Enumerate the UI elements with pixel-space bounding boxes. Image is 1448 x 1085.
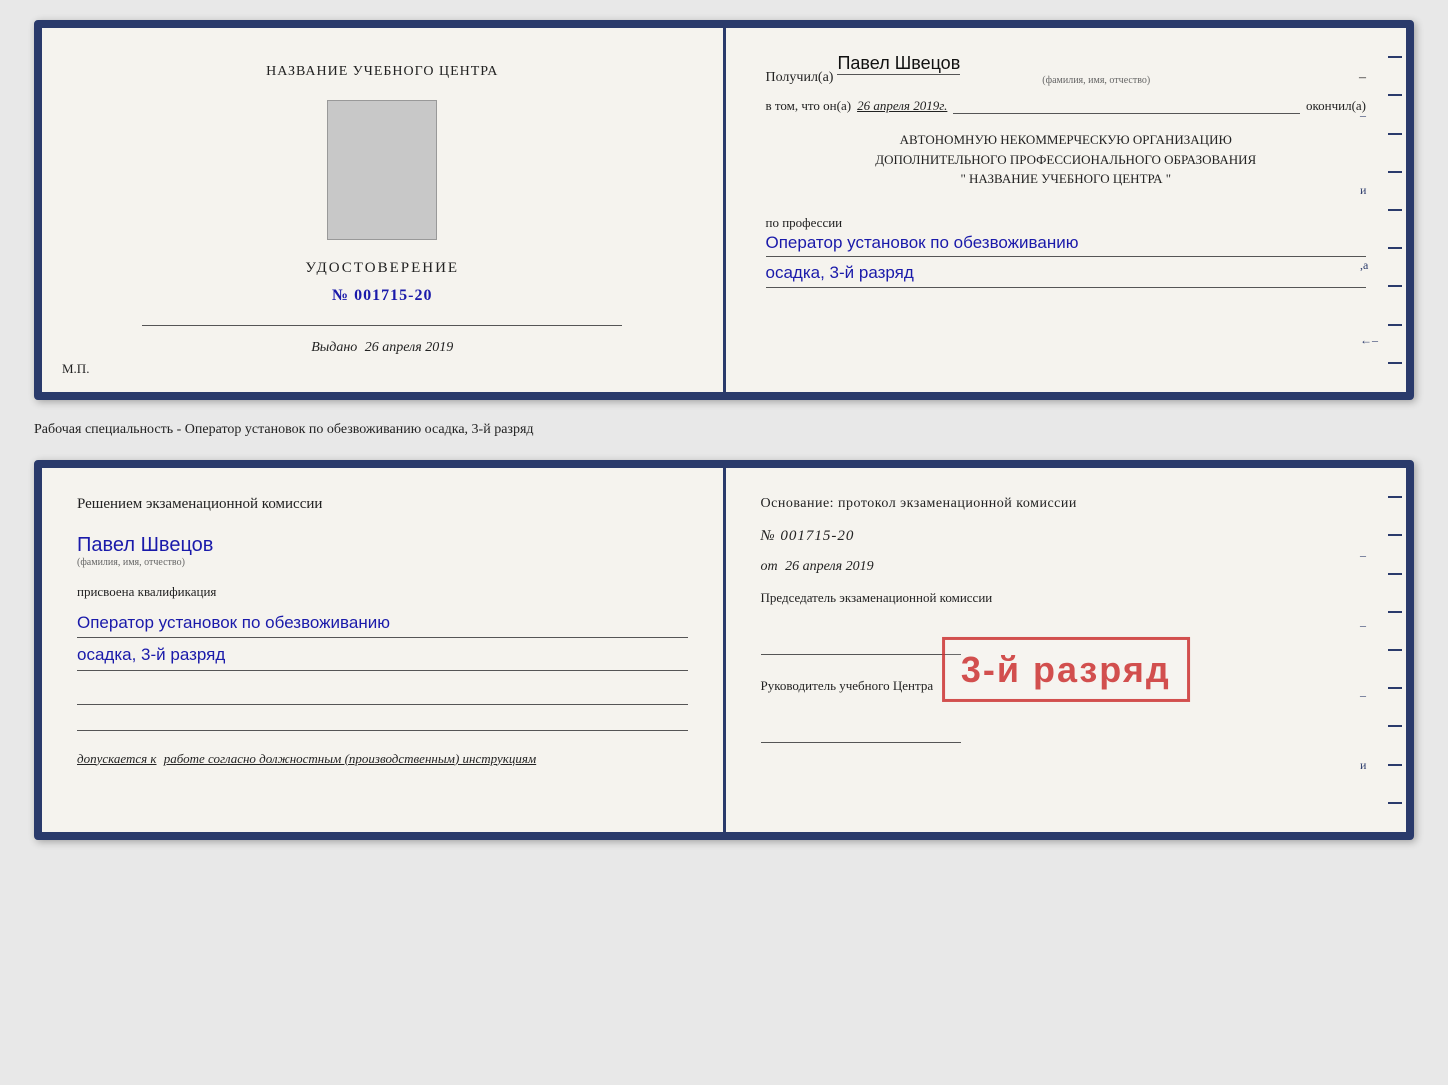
qual-protocol-number: № 001715-20 <box>761 528 1372 545</box>
cert-left-panel: НАЗВАНИЕ УЧЕБНОГО ЦЕНТРА УДОСТОВЕРЕНИЕ №… <box>42 28 726 392</box>
dash: – <box>1359 70 1366 86</box>
side-decorations <box>1384 28 1406 392</box>
profession-value2: осадка, 3-й разряд <box>766 261 1367 288</box>
page-container: НАЗВАНИЕ УЧЕБНОГО ЦЕНТРА УДОСТОВЕРЕНИЕ №… <box>34 20 1414 840</box>
qual-signature-lines <box>77 685 688 731</box>
qual-fio: Павел Швецов <box>77 534 688 557</box>
qual-side-decorations <box>1384 468 1406 832</box>
chairman-signature-line <box>761 635 961 655</box>
protocol-date-value: 26 апреля 2019 <box>785 559 873 574</box>
qual-chairman: Председатель экзаменационной комиссии <box>761 589 1372 655</box>
qual-line-2 <box>77 711 688 731</box>
date-prefix: от <box>761 559 778 574</box>
qual-basis-label: Основание: протокол экзаменационной коми… <box>761 493 1372 514</box>
chairman-label: Председатель экзаменационной комиссии <box>761 589 1372 607</box>
qual-left-panel: Решением экзаменационной комиссии Павел … <box>42 468 726 832</box>
profession-block: по профессии Оператор установок по обезв… <box>766 209 1367 289</box>
in-that-label: в том, что он(а) <box>766 98 852 114</box>
допускается-value: работе согласно должностным (производств… <box>164 751 536 766</box>
certificate-card: НАЗВАНИЕ УЧЕБНОГО ЦЕНТРА УДОСТОВЕРЕНИЕ №… <box>34 20 1414 400</box>
side-char-marks: – и ,а ←– – – – <box>1360 108 1378 392</box>
fio-subtitle: (фамилия, имя, отчество) <box>837 75 1355 86</box>
qual-protocol-date: от 26 апреля 2019 <box>761 559 1372 575</box>
in-that-date: 26 апреля 2019г. <box>857 98 947 114</box>
cert-document-label: УДОСТОВЕРЕНИЕ <box>305 260 459 277</box>
profession-label: по профессии <box>766 215 1367 231</box>
qual-side-char-marks: – – – и ,а ←– – – – <box>1360 548 1378 832</box>
received-value: Павел Швецов <box>837 53 960 75</box>
received-label: Получил(а) <box>766 70 834 86</box>
cert-issued-label: Выдано <box>311 340 357 355</box>
cert-issued-date: 26 апреля 2019 <box>365 340 453 355</box>
finished-label: окончил(а) <box>1306 98 1366 114</box>
org-line2: ДОПОЛНИТЕЛЬНОГО ПРОФЕССИОНАЛЬНОГО ОБРАЗО… <box>766 150 1367 170</box>
qual-fio-sub: (фамилия, имя, отчество) <box>77 557 688 568</box>
head-label: Руководитель учебного Центра <box>761 677 1372 695</box>
received-line: Получил(а) Павел Швецов (фамилия, имя, о… <box>766 53 1367 86</box>
cert-school-name: НАЗВАНИЕ УЧЕБНОГО ЦЕНТРА <box>266 64 498 80</box>
qual-decision-title: Решением экзаменационной комиссии <box>77 493 688 516</box>
qual-profession1: Оператор установок по обезвоживанию <box>77 610 688 639</box>
qual-right-panel: Основание: протокол экзаменационной коми… <box>726 468 1407 832</box>
head-signature-line <box>761 723 961 743</box>
cert-right-panel: Получил(а) Павел Швецов (фамилия, имя, о… <box>726 28 1407 392</box>
qual-допускается: допускается к работе согласно должностны… <box>77 751 688 767</box>
profession-value1: Оператор установок по обезвоживанию <box>766 231 1367 258</box>
qual-line-1 <box>77 685 688 705</box>
cert-number: № 001715-20 <box>305 287 459 305</box>
qual-profession-block: Оператор установок по обезвоживанию осад… <box>77 610 688 671</box>
qual-profession2: осадка, 3-й разряд <box>77 642 688 671</box>
cert-photo <box>327 100 437 240</box>
qual-head: Руководитель учебного Центра <box>761 677 1372 743</box>
separator-text: Рабочая специальность - Оператор установ… <box>34 418 1414 442</box>
mp-label: М.П. <box>62 361 89 377</box>
допускается-label: допускается к <box>77 751 157 766</box>
qual-assigned-label: присвоена квалификация <box>77 584 688 600</box>
in-that-line: в том, что он(а) 26 апреля 2019г. окончи… <box>766 98 1367 114</box>
qualification-card: Решением экзаменационной комиссии Павел … <box>34 460 1414 840</box>
org-line1: АВТОНОМНУЮ НЕКОММЕРЧЕСКУЮ ОРГАНИЗАЦИЮ <box>766 130 1367 150</box>
org-line3: " НАЗВАНИЕ УЧЕБНОГО ЦЕНТРА " <box>766 169 1367 189</box>
org-block: АВТОНОМНУЮ НЕКОММЕРЧЕСКУЮ ОРГАНИЗАЦИЮ ДО… <box>766 130 1367 189</box>
